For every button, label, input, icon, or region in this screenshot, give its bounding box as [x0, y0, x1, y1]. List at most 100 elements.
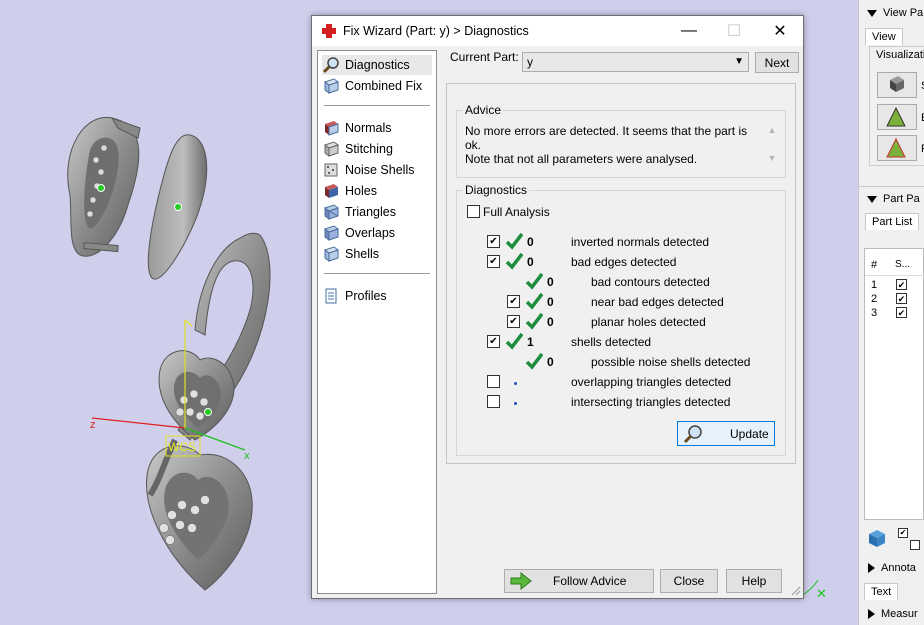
- axis-z-label: z: [90, 419, 96, 431]
- collapse-arrow-icon: [867, 195, 877, 203]
- part-panel-header[interactable]: Part Pa: [867, 193, 920, 205]
- part-list-table: # S... 1 2 3 ✔ ✔ ✔: [864, 248, 924, 520]
- normals-icon: [322, 119, 340, 137]
- follow-advice-button[interactable]: Follow Advice: [504, 569, 654, 593]
- part-visible-checkbox[interactable]: ✔: [896, 307, 907, 318]
- bad-contours-count: 0: [547, 275, 554, 289]
- minimize-button[interactable]: —: [667, 16, 711, 46]
- axis-x-label: x: [244, 450, 250, 462]
- nav-item-combined-fix[interactable]: Combined Fix: [322, 76, 432, 96]
- view-panel-header[interactable]: View Pa: [867, 7, 923, 19]
- advice-scrollbar[interactable]: ▲ ▼: [765, 123, 779, 169]
- view-tab[interactable]: View: [865, 28, 903, 45]
- expand-arrow-icon: [868, 609, 875, 619]
- shaded-view-button[interactable]: [877, 72, 917, 98]
- measure-panel-header[interactable]: Measur: [868, 608, 918, 620]
- help-button[interactable]: Help: [726, 569, 782, 593]
- dialog-title: Fix Wizard (Part: y) > Diagnostics: [343, 24, 529, 38]
- near-bad-edges-checkbox[interactable]: ✔: [507, 295, 520, 308]
- shells-label: shells detected: [571, 335, 652, 349]
- full-analysis-checkbox[interactable]: [467, 205, 480, 218]
- advice-text: No more errors are detected. It seems th…: [465, 124, 748, 166]
- shells-checkbox[interactable]: ✔: [487, 335, 500, 348]
- dialog-titlebar[interactable]: Fix Wizard (Part: y) > Diagnostics — ☐ ✕: [312, 16, 803, 46]
- next-button[interactable]: Next: [755, 52, 799, 73]
- full-analysis-label: Full Analysis: [483, 205, 550, 219]
- nav-item-holes[interactable]: Holes: [322, 181, 432, 201]
- select-all-checkbox[interactable]: ✔: [898, 528, 908, 538]
- small-axis-x: ✕: [816, 586, 827, 601]
- expand-arrow-icon: [868, 563, 875, 573]
- nav-item-diagnostics[interactable]: Diagnostics: [322, 55, 432, 75]
- noise-shells-label: possible noise shells detected: [591, 355, 751, 369]
- planar-holes-label: planar holes detected: [591, 315, 706, 329]
- annotations-panel-header[interactable]: Annota: [868, 562, 916, 574]
- shells-count: 1: [527, 335, 534, 349]
- wizard-nav: Diagnostics Combined Fix Normals Stitchi…: [317, 50, 437, 594]
- column-header[interactable]: #: [871, 259, 877, 271]
- resize-grip-icon[interactable]: [791, 586, 801, 596]
- check-ok-icon: [525, 272, 543, 290]
- nav-item-profiles[interactable]: Profiles: [322, 286, 432, 306]
- part-panel-title: Part Pa: [883, 193, 920, 205]
- intersecting-triangles-checkbox[interactable]: [487, 395, 500, 408]
- close-window-button[interactable]: ✕: [758, 16, 802, 46]
- column-header[interactable]: S...: [895, 259, 910, 270]
- visualization-label: Visualizati: [876, 49, 924, 61]
- not-run-dot-icon: [514, 402, 517, 405]
- current-part-value: y: [527, 55, 533, 69]
- noise-shells-count: 0: [547, 355, 554, 369]
- combined-fix-icon: [322, 77, 340, 95]
- text-tab[interactable]: Text: [864, 583, 899, 600]
- update-button[interactable]: Update: [677, 421, 775, 446]
- near-bad-edges-label: near bad edges detected: [591, 295, 724, 309]
- check-ok-icon: [505, 232, 523, 250]
- annotations-title: Annota: [881, 562, 916, 574]
- overlapping-triangles-checkbox[interactable]: [487, 375, 500, 388]
- inverted-normals-checkbox[interactable]: ✔: [487, 235, 500, 248]
- faces-view-button[interactable]: [877, 135, 917, 161]
- planar-holes-checkbox[interactable]: ✔: [507, 315, 520, 328]
- nav-item-overlaps[interactable]: Overlaps: [322, 223, 432, 243]
- inverted-normals-count: 0: [527, 235, 534, 249]
- triangles-icon: [322, 203, 340, 221]
- holes-icon: [322, 182, 340, 200]
- view-panel-title: View Pa: [883, 7, 924, 19]
- shells-icon: [322, 245, 340, 263]
- nav-item-stitching[interactable]: Stitching: [322, 139, 432, 159]
- pendant-bail: [147, 134, 208, 280]
- parts-cube-icon[interactable]: [866, 527, 888, 549]
- measure-title: Measur: [881, 608, 918, 620]
- bad-edges-count: 0: [527, 255, 534, 269]
- part-visible-checkbox[interactable]: ✔: [896, 293, 907, 304]
- part-visible-checkbox[interactable]: ✔: [896, 279, 907, 290]
- overlaps-icon: [322, 224, 340, 242]
- check-ok-icon: [525, 312, 543, 330]
- part-list-tab[interactable]: Part List: [865, 213, 920, 230]
- nav-item-triangles[interactable]: Triangles: [322, 202, 432, 222]
- collapse-arrow-icon: [867, 9, 877, 17]
- deselect-checkbox[interactable]: [910, 540, 920, 550]
- current-part-label: Current Part:: [450, 50, 519, 64]
- edges-view-button[interactable]: [877, 104, 917, 130]
- bad-edges-label: bad edges detected: [571, 255, 677, 269]
- bad-edges-checkbox[interactable]: ✔: [487, 255, 500, 268]
- table-row[interactable]: 2: [871, 293, 877, 305]
- nav-item-normals[interactable]: Normals: [322, 118, 432, 138]
- arrow-right-icon: [510, 572, 532, 590]
- check-ok-icon: [525, 292, 543, 310]
- close-button[interactable]: Close: [660, 569, 718, 593]
- stitching-icon: [322, 140, 340, 158]
- table-row[interactable]: 3: [871, 307, 877, 319]
- nav-item-noise-shells[interactable]: Noise Shells: [322, 160, 432, 180]
- chevron-down-icon: ▼: [734, 56, 744, 67]
- nav-item-shells[interactable]: Shells: [322, 244, 432, 264]
- clasp-part: [67, 116, 141, 257]
- diagnostics-title: Diagnostics: [463, 183, 530, 197]
- advice-group: Advice No more errors are detected. It s…: [456, 103, 786, 178]
- maximize-button[interactable]: ☐: [712, 16, 756, 46]
- intersecting-triangles-label: intersecting triangles detected: [571, 395, 731, 409]
- not-run-dot-icon: [514, 382, 517, 385]
- table-row[interactable]: 1: [871, 279, 877, 291]
- current-part-select[interactable]: y ▼: [522, 52, 749, 72]
